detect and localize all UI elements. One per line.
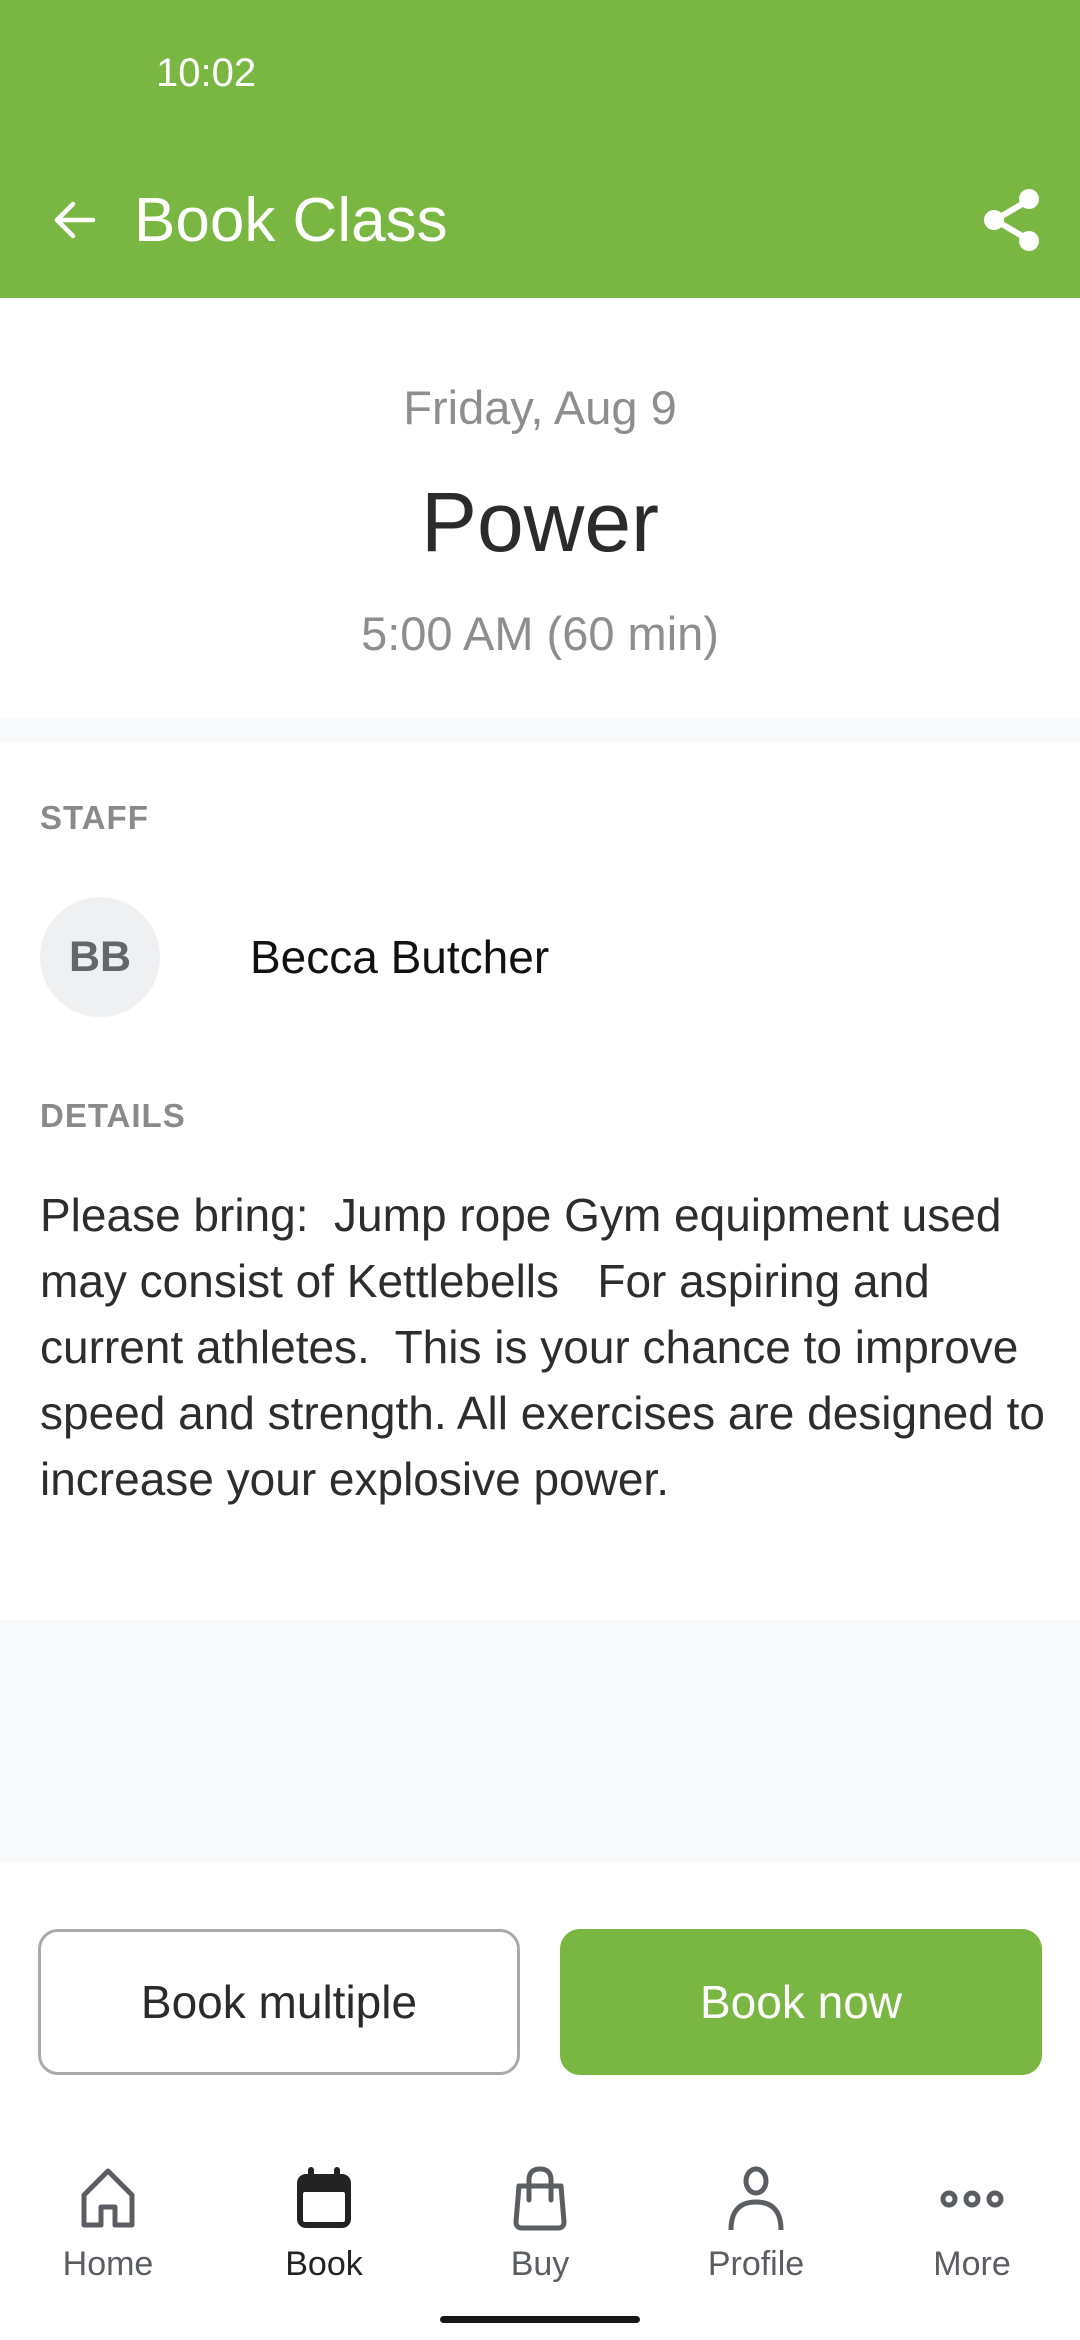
nav-item-buy[interactable]: Buy: [432, 2150, 648, 2290]
app-header: 10:02 Book Class: [0, 0, 1080, 298]
nav-item-book[interactable]: Book: [216, 2150, 432, 2290]
nav-label-buy: Buy: [510, 2245, 570, 2283]
bottom-navigation: Home Book Buy Profile More: [0, 2150, 1080, 2290]
class-name: Power: [420, 475, 660, 569]
content-spacer: [0, 1620, 1080, 1862]
staff-avatar: BB: [40, 897, 160, 1017]
class-description: Please bring: Jump rope Gym equipment us…: [40, 1189, 1058, 1505]
nav-label-more: More: [933, 2245, 1011, 2283]
class-time: 5:00 AM (60 min): [361, 607, 719, 660]
back-button[interactable]: [44, 190, 104, 250]
nav-item-more[interactable]: More: [864, 2150, 1080, 2290]
staff-section-label: STAFF: [40, 799, 149, 836]
nav-label-profile: Profile: [707, 2245, 805, 2283]
more-horizontal-icon: [940, 2190, 1004, 2208]
class-date: Friday, Aug 9: [403, 381, 677, 434]
status-bar-time: 10:02: [156, 51, 257, 95]
staff-name: Becca Butcher: [250, 931, 550, 983]
share-button[interactable]: [978, 186, 1046, 254]
nav-label-book: Book: [285, 2245, 363, 2283]
calendar-icon: [297, 2167, 351, 2228]
person-icon: [728, 2166, 784, 2231]
staff-row[interactable]: BB Becca Butcher: [40, 897, 1040, 1017]
shopping-bag-icon: [513, 2166, 567, 2231]
class-summary: Friday, Aug 9 Power 5:00 AM (60 min): [0, 298, 1080, 718]
share-icon: [984, 189, 1039, 251]
page-title: Book Class: [134, 186, 448, 255]
book-multiple-button[interactable]: Book multiple: [38, 1929, 520, 2075]
section-divider: [0, 718, 1080, 742]
nav-item-profile[interactable]: Profile: [648, 2150, 864, 2290]
details-section-label: DETAILS: [40, 1097, 186, 1134]
nav-label-home: Home: [62, 2245, 154, 2283]
arrow-back-icon: [54, 201, 96, 239]
book-now-button[interactable]: Book now: [560, 1929, 1042, 2075]
gesture-navigation-bar[interactable]: [440, 2316, 640, 2323]
book-class-screen: 10:02 Book Class Friday, Aug 9 Power 5:0…: [0, 0, 1080, 2340]
nav-item-home[interactable]: Home: [0, 2150, 216, 2290]
home-icon: [81, 2168, 135, 2228]
